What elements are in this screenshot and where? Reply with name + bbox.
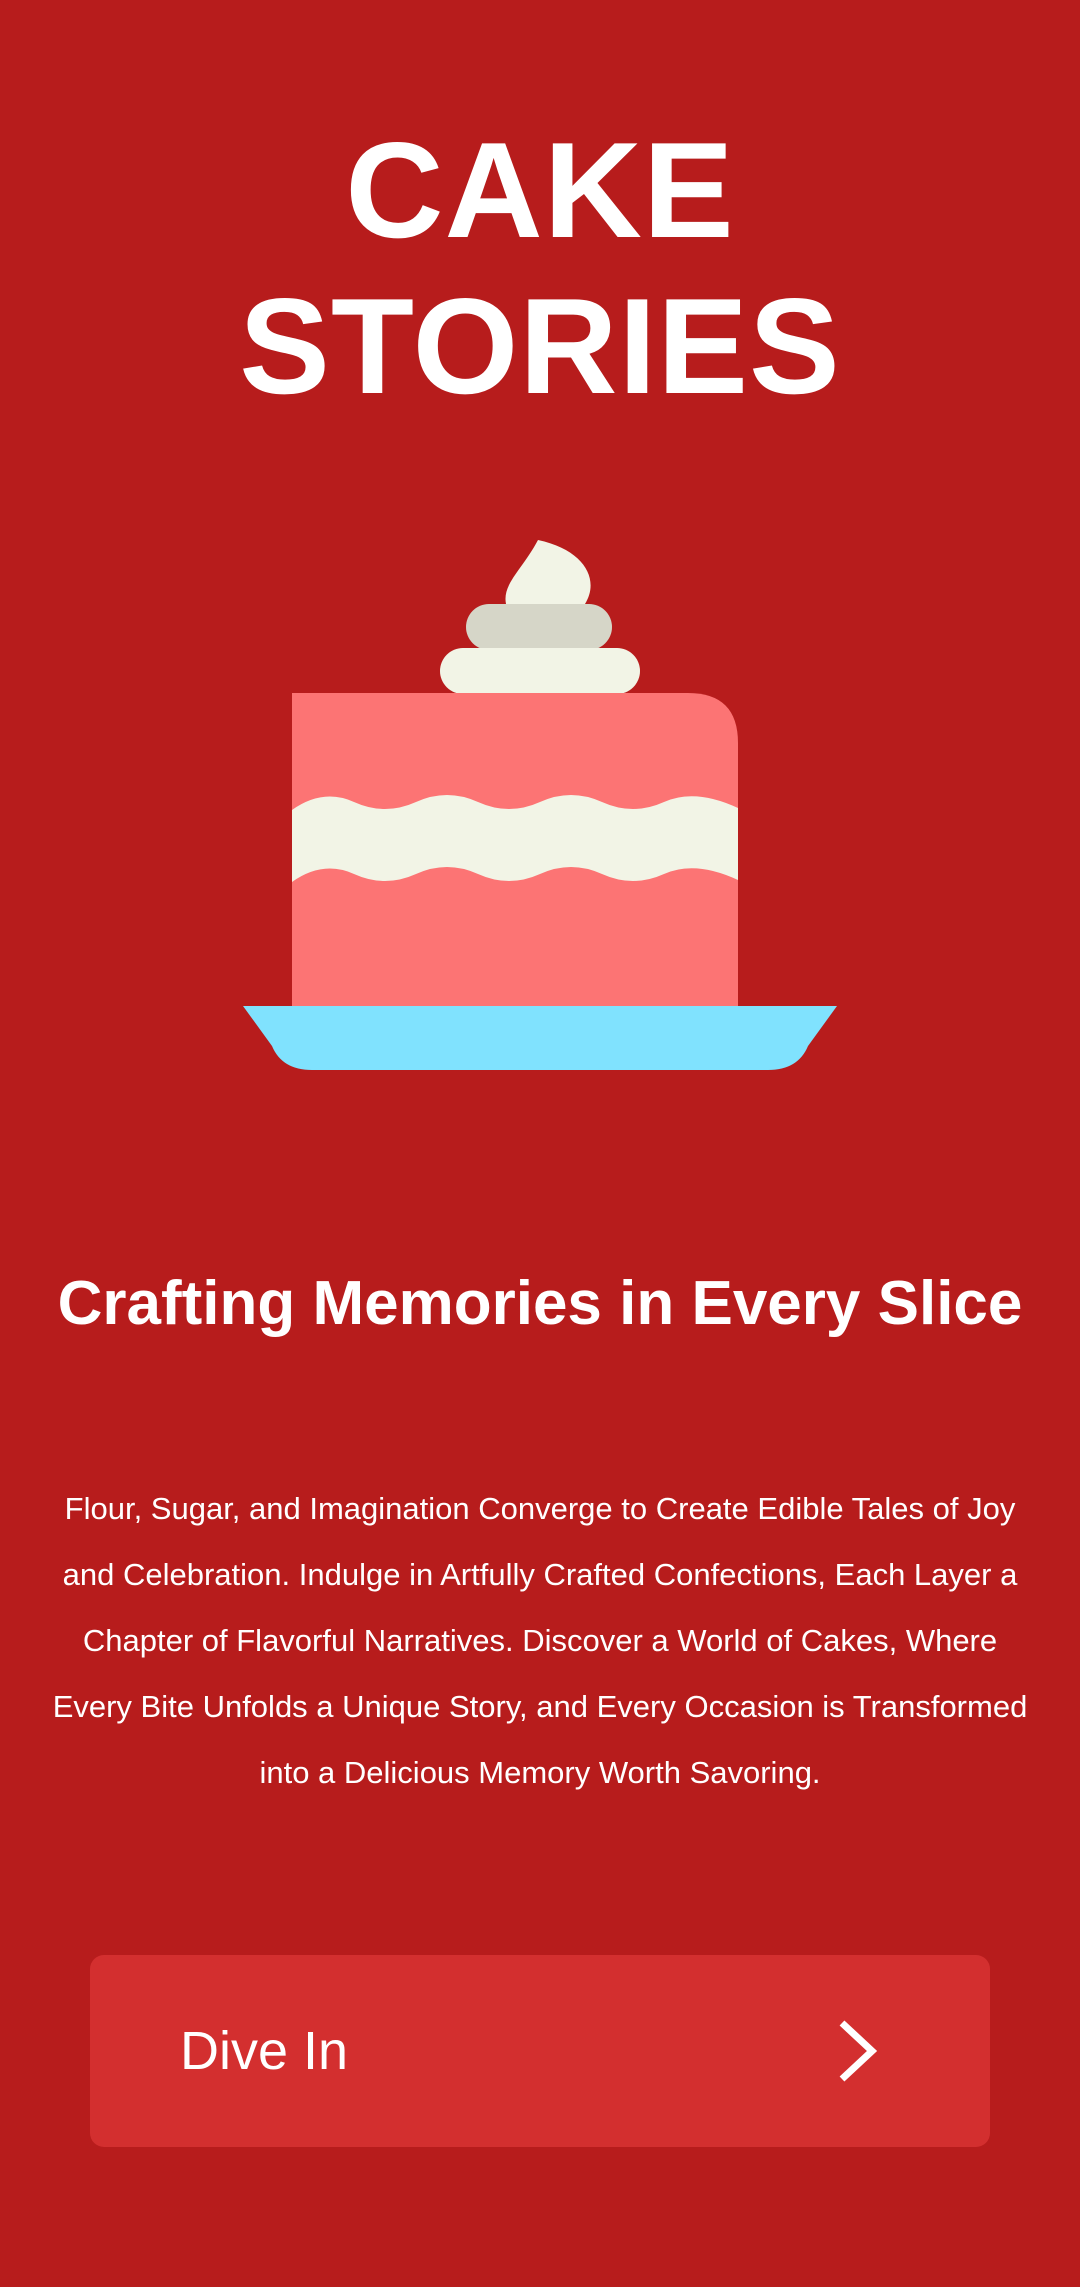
cream-swirl-top: [505, 540, 591, 604]
chevron-right-icon: [839, 2020, 878, 2082]
cake-plate: [243, 1006, 837, 1070]
app-title-line-2: STORIES: [239, 270, 841, 422]
description-text: Flour, Sugar, and Imagination Converge t…: [52, 1491, 1028, 1790]
app-title: CAKE STORIES: [0, 112, 1080, 424]
dive-in-button[interactable]: Dive In: [90, 1955, 990, 2147]
cake-icon: [243, 540, 837, 1070]
cream-swirl-bottom: [440, 648, 640, 694]
cream-swirl-middle: [466, 604, 612, 650]
dive-in-label: Dive In: [180, 2021, 349, 2081]
tagline: Crafting Memories in Every Slice: [57, 1269, 1023, 1338]
app-title-line-1: CAKE: [345, 114, 735, 266]
